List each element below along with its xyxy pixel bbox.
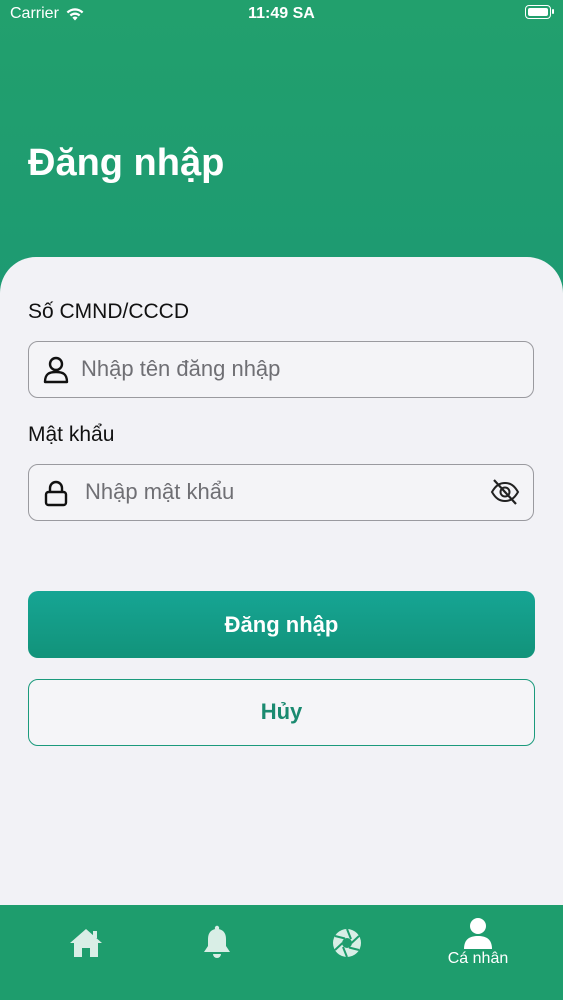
page-title: Đăng nhập (28, 142, 225, 184)
cancel-button[interactable]: Hủy (28, 679, 535, 746)
tab-home[interactable] (22, 905, 152, 1000)
aperture-icon (333, 928, 361, 958)
person-icon (464, 918, 492, 949)
status-time: 11:49 SA (248, 5, 315, 22)
tab-bar: Cá nhân (0, 905, 563, 1000)
tab-profile[interactable]: Cá nhân (413, 905, 543, 1000)
user-icon (43, 356, 69, 384)
id-input[interactable]: Nhập tên đăng nhập (28, 341, 534, 398)
id-placeholder: Nhập tên đăng nhập (81, 356, 281, 381)
tab-profile-label: Cá nhân (447, 950, 509, 967)
tab-notifications[interactable] (152, 905, 282, 1000)
status-bar: Carrier 11:49 SA (0, 0, 563, 30)
lock-icon (44, 480, 68, 507)
home-icon (70, 929, 102, 957)
bell-icon (204, 925, 230, 958)
battery-icon (525, 5, 554, 19)
login-button[interactable]: Đăng nhập (28, 591, 535, 658)
tab-camera[interactable] (283, 905, 413, 1000)
password-label: Mật khẩu (28, 423, 115, 446)
password-placeholder: Nhập mật khẩu (85, 479, 235, 504)
password-input[interactable]: Nhập mật khẩu (28, 464, 534, 521)
id-label: Số CMND/CCCD (28, 300, 190, 323)
eye-slash-icon[interactable] (489, 477, 521, 507)
